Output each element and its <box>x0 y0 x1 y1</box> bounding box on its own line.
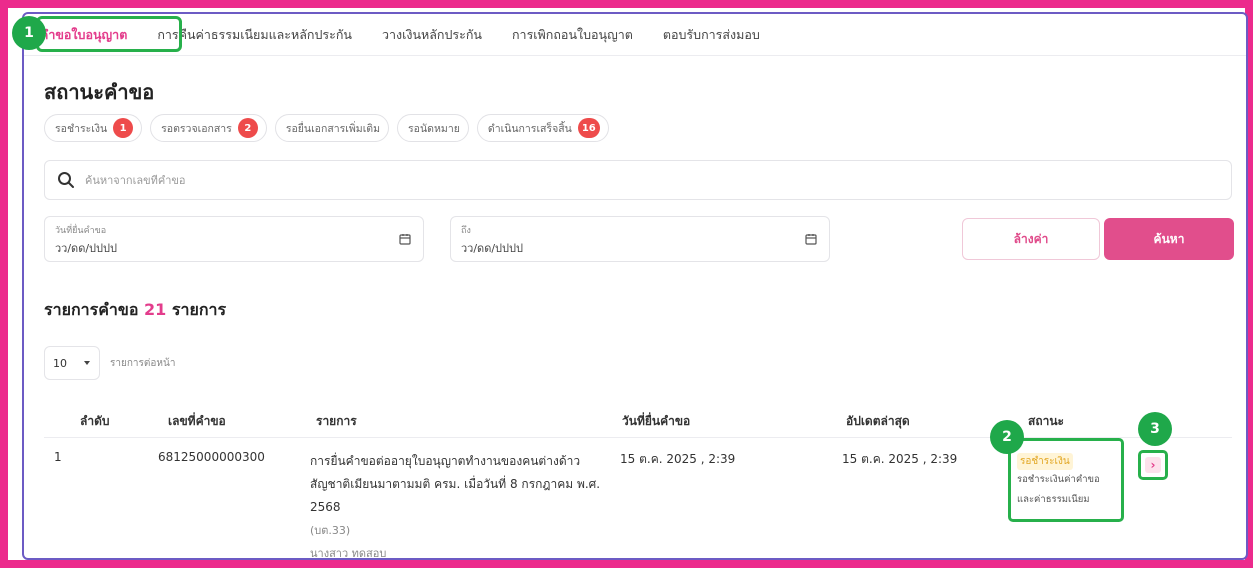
status-chip-group: รอชำระเงิน 1 รอตรวจเอกสาร 2 รอยื่นเอกสาร… <box>44 114 609 142</box>
per-page-control: 10 รายการต่อหน้า <box>44 346 175 380</box>
list-count: 21 <box>144 300 167 319</box>
clear-button[interactable]: ล้างค่า <box>962 218 1100 260</box>
chip-label: รอตรวจเอกสาร <box>161 122 232 135</box>
chip-completed[interactable]: ดำเนินการเสร็จสิ้น 16 <box>476 114 609 142</box>
chip-pending-review[interactable]: รอตรวจเอกสาร 2 <box>150 114 267 142</box>
status-cell: รอชำระเงิน รอชำระเงินค่าคำขอ และค่าธรรมเ… <box>1008 438 1124 522</box>
tab-bar: คำขอใบอนุญาต การคืนค่าธรรมเนียมและหลักปร… <box>24 14 1246 56</box>
list-title: รายการคำขอ 21 รายการ <box>44 298 226 323</box>
per-page-select[interactable]: 10 <box>44 346 100 380</box>
main-panel: คำขอใบอนุญาต การคืนค่าธรรมเนียมและหลักปร… <box>22 12 1248 560</box>
highlight-box-tab <box>36 16 182 52</box>
date-from-field[interactable]: วันที่ยื่นคำขอ วว/ดด/ปปปป <box>44 216 424 262</box>
chip-pending-documents[interactable]: รอยื่นเอกสารเพิ่มเติม <box>274 114 390 142</box>
date-from-placeholder: วว/ดด/ปปปป <box>55 242 117 255</box>
date-to-placeholder: วว/ดด/ปปปป <box>461 242 523 255</box>
search-input[interactable] <box>85 173 985 187</box>
marker-1: 1 <box>12 16 46 50</box>
chip-label: รอนัดหมาย <box>408 122 460 135</box>
tab-deposit[interactable]: วางเงินหลักประกัน <box>382 25 482 45</box>
tab-revoke[interactable]: การเพิกถอนใบอนุญาต <box>512 25 633 45</box>
row-request-no: 68125000000300 <box>158 450 265 464</box>
calendar-icon[interactable] <box>399 233 411 245</box>
tab-refund[interactable]: การคืนค่าธรรมเนียมและหลักประกัน <box>157 25 352 45</box>
list-title-prefix: รายการคำขอ <box>44 300 139 319</box>
count-badge: 16 <box>577 118 600 138</box>
per-page-label: รายการต่อหน้า <box>110 357 176 369</box>
date-to-label: ถึง <box>461 226 471 236</box>
row-updated: 15 ต.ค. 2025 , 2:39 <box>842 452 958 466</box>
col-header-title: รายการ <box>316 414 357 428</box>
marker-2: 2 <box>990 420 1024 454</box>
per-page-value: 10 <box>53 356 67 370</box>
date-to-field[interactable]: ถึง วว/ดด/ปปปป <box>450 216 830 262</box>
row-applicant: นางสาว ทดสอบ <box>310 547 387 560</box>
search-button[interactable]: ค้นหา <box>1104 218 1234 260</box>
date-from-label: วันที่ยื่นคำขอ <box>55 226 107 236</box>
table-header: ลำดับ เลขที่คำขอ รายการ วันที่ยื่นคำขอ อ… <box>44 402 1232 438</box>
col-header-status: สถานะ <box>1028 414 1064 428</box>
row-index: 1 <box>54 450 62 464</box>
count-badge: 1 <box>113 118 134 138</box>
chevron-down-icon <box>84 361 90 365</box>
row-detail-button[interactable]: › <box>1138 450 1168 480</box>
chip-pending-appointment[interactable]: รอนัดหมาย <box>397 114 469 142</box>
col-header-submitted: วันที่ยื่นคำขอ <box>622 414 691 428</box>
row-submitted: 15 ต.ค. 2025 , 2:39 <box>620 452 736 466</box>
chip-pending-payment[interactable]: รอชำระเงิน 1 <box>44 114 143 142</box>
col-header-updated: อัปเดตล่าสุด <box>846 414 910 428</box>
search-bar <box>44 160 1232 200</box>
marker-3: 3 <box>1138 412 1172 446</box>
page-title: สถานะคำขอ <box>44 80 155 104</box>
status-detail: รอชำระเงินค่าคำขอ <box>1017 474 1100 485</box>
row-title: การยื่นคำขอต่ออายุใบอนุญาตทำงานของคนต่าง… <box>310 454 601 514</box>
tab-delivery[interactable]: ตอบรับการส่งมอบ <box>663 25 760 45</box>
status-detail: และค่าธรรมเนียม <box>1017 494 1090 505</box>
chevron-right-icon: › <box>1145 457 1161 473</box>
status-badge: รอชำระเงิน <box>1017 453 1073 470</box>
count-badge: 2 <box>237 118 258 138</box>
search-icon <box>58 172 74 188</box>
row-title-cell: การยื่นคำขอต่ออายุใบอนุญาตทำงานของคนต่าง… <box>310 450 610 560</box>
calendar-icon[interactable] <box>805 233 817 245</box>
row-form-code: (บต.33) <box>310 524 351 537</box>
col-header-index: ลำดับ <box>80 414 110 428</box>
list-title-suffix: รายการ <box>171 300 227 319</box>
chip-label: ดำเนินการเสร็จสิ้น <box>487 122 572 135</box>
col-header-request-no: เลขที่คำขอ <box>168 414 226 428</box>
chip-label: รอชำระเงิน <box>55 122 108 135</box>
chip-label: รอยื่นเอกสารเพิ่มเติม <box>285 122 381 135</box>
